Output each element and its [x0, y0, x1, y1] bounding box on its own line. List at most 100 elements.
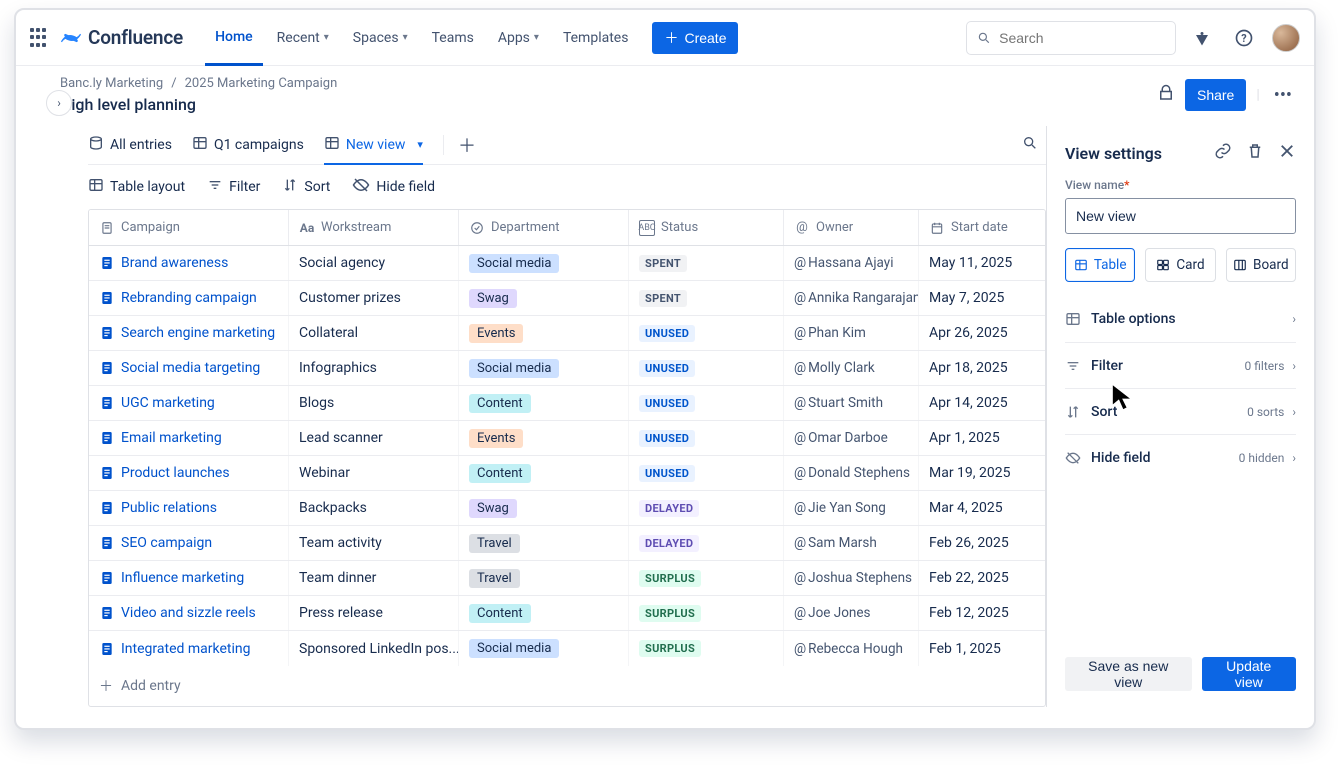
campaign-link[interactable]: Search engine marketing — [99, 325, 275, 341]
table-row[interactable]: Integrated marketingSponsored LinkedIn p… — [89, 631, 1045, 666]
owner-cell[interactable]: Stuart Smith — [784, 386, 919, 420]
view-type-card[interactable]: Card — [1145, 248, 1215, 282]
campaign-link[interactable]: Video and sizzle reels — [99, 605, 256, 621]
department-cell[interactable]: Social media — [459, 246, 629, 280]
owner-cell[interactable]: Omar Darboe — [784, 421, 919, 455]
date-cell[interactable]: Feb 1, 2025 — [919, 631, 1029, 666]
owner-cell[interactable]: Annika Rangarajan — [784, 281, 919, 315]
notifications-icon[interactable] — [1186, 22, 1218, 54]
col-department[interactable]: Department — [459, 210, 629, 245]
status-cell[interactable]: SPENT — [629, 281, 784, 315]
tool-sort[interactable]: Sort — [282, 177, 330, 197]
col-campaign[interactable]: Campaign — [89, 210, 289, 245]
add-tab-button[interactable]: ＋ — [443, 135, 482, 155]
owner-cell[interactable]: Joe Jones — [784, 596, 919, 630]
owner-cell[interactable]: Molly Clark — [784, 351, 919, 385]
date-cell[interactable]: Feb 22, 2025 — [919, 561, 1029, 595]
department-cell[interactable]: Social media — [459, 631, 629, 666]
workstream-cell[interactable]: Customer prizes — [289, 281, 459, 315]
tab-new-view[interactable]: New view ▾ — [324, 127, 423, 165]
workstream-cell[interactable]: Team activity — [289, 526, 459, 560]
option-filter[interactable]: Filter 0 filters› — [1065, 342, 1296, 388]
tool-table-layout[interactable]: Table layout — [88, 177, 185, 197]
owner-cell[interactable]: Phan Kim — [784, 316, 919, 350]
more-actions-icon[interactable]: ••• — [1270, 85, 1296, 106]
table-row[interactable]: Rebranding campaignCustomer prizesSwagSP… — [89, 281, 1045, 316]
breadcrumb-page[interactable]: 2025 Marketing Campaign — [185, 76, 338, 91]
nav-home[interactable]: Home — [205, 10, 263, 66]
expand-sidebar-icon[interactable]: › — [46, 90, 72, 116]
table-row[interactable]: UGC marketingBlogsContentUNUSEDStuart Sm… — [89, 386, 1045, 421]
nav-apps[interactable]: Apps▾ — [488, 10, 549, 66]
delete-icon[interactable] — [1246, 142, 1264, 164]
col-status[interactable]: ABCStatus — [629, 210, 784, 245]
restrictions-icon[interactable] — [1157, 84, 1175, 106]
share-button[interactable]: Share — [1185, 79, 1246, 111]
status-cell[interactable]: UNUSED — [629, 421, 784, 455]
status-cell[interactable]: SURPLUS — [629, 596, 784, 630]
nav-templates[interactable]: Templates — [553, 10, 639, 66]
chevron-down-icon[interactable]: ▾ — [417, 138, 423, 151]
campaign-link[interactable]: Social media targeting — [99, 360, 260, 376]
date-cell[interactable]: Feb 12, 2025 — [919, 596, 1029, 630]
close-icon[interactable] — [1278, 142, 1296, 164]
help-icon[interactable]: ? — [1228, 22, 1260, 54]
search-database-icon[interactable] — [1022, 135, 1038, 155]
date-cell[interactable]: Mar 19, 2025 — [919, 456, 1029, 490]
owner-cell[interactable]: Donald Stephens — [784, 456, 919, 490]
department-cell[interactable]: Events — [459, 316, 629, 350]
option-sort[interactable]: Sort 0 sorts› — [1065, 388, 1296, 434]
confluence-logo[interactable]: Confluence — [60, 26, 183, 49]
date-cell[interactable]: Feb 26, 2025 — [919, 526, 1029, 560]
status-cell[interactable]: SPENT — [629, 246, 784, 280]
campaign-link[interactable]: Product launches — [99, 465, 230, 481]
table-row[interactable]: Product launchesWebinarContentUNUSEDDona… — [89, 456, 1045, 491]
add-entry-button[interactable]: ＋ Add entry — [89, 666, 1045, 706]
tab-q1-campaigns[interactable]: Q1 campaigns — [192, 126, 304, 164]
date-cell[interactable]: Apr 14, 2025 — [919, 386, 1029, 420]
col-owner[interactable]: @Owner — [784, 210, 919, 245]
campaign-link[interactable]: Brand awareness — [99, 255, 228, 271]
view-type-board[interactable]: Board — [1226, 248, 1296, 282]
nav-recent[interactable]: Recent▾ — [267, 10, 339, 66]
workstream-cell[interactable]: Lead scanner — [289, 421, 459, 455]
col-workstream[interactable]: AaWorkstream — [289, 210, 459, 245]
status-cell[interactable]: SURPLUS — [629, 561, 784, 595]
search-input-wrap[interactable] — [966, 21, 1176, 55]
status-cell[interactable]: UNUSED — [629, 316, 784, 350]
profile-avatar[interactable] — [1272, 24, 1300, 52]
workstream-cell[interactable]: Webinar — [289, 456, 459, 490]
campaign-link[interactable]: Public relations — [99, 500, 217, 516]
table-row[interactable]: Public relationsBackpacksSwagDELAYEDJie … — [89, 491, 1045, 526]
owner-cell[interactable]: Hassana Ajayi — [784, 246, 919, 280]
breadcrumb-space[interactable]: Banc.ly Marketing — [60, 76, 163, 91]
view-type-table[interactable]: Table — [1065, 248, 1135, 282]
date-cell[interactable]: Apr 18, 2025 — [919, 351, 1029, 385]
campaign-link[interactable]: Email marketing — [99, 430, 222, 446]
workstream-cell[interactable]: Infographics — [289, 351, 459, 385]
owner-cell[interactable]: Sam Marsh — [784, 526, 919, 560]
table-row[interactable]: SEO campaignTeam activityTravelDELAYEDSa… — [89, 526, 1045, 561]
app-switcher-icon[interactable] — [26, 26, 50, 50]
status-cell[interactable]: DELAYED — [629, 491, 784, 525]
date-cell[interactable]: Apr 1, 2025 — [919, 421, 1029, 455]
status-cell[interactable]: DELAYED — [629, 526, 784, 560]
tab-all-entries[interactable]: All entries — [88, 126, 172, 164]
workstream-cell[interactable]: Social agency — [289, 246, 459, 280]
status-cell[interactable]: SURPLUS — [629, 631, 784, 666]
nav-teams[interactable]: Teams — [422, 10, 484, 66]
department-cell[interactable]: Travel — [459, 526, 629, 560]
owner-cell[interactable]: Joshua Stephens — [784, 561, 919, 595]
campaign-link[interactable]: Influence marketing — [99, 570, 244, 586]
date-cell[interactable]: Mar 4, 2025 — [919, 491, 1029, 525]
tool-filter[interactable]: Filter — [207, 177, 260, 197]
col-start-date[interactable]: Start date — [919, 210, 1029, 245]
workstream-cell[interactable]: Press release — [289, 596, 459, 630]
status-cell[interactable]: UNUSED — [629, 456, 784, 490]
table-row[interactable]: Search engine marketingCollateralEventsU… — [89, 316, 1045, 351]
department-cell[interactable]: Swag — [459, 491, 629, 525]
table-row[interactable]: Video and sizzle reelsPress releaseConte… — [89, 596, 1045, 631]
workstream-cell[interactable]: Team dinner — [289, 561, 459, 595]
owner-cell[interactable]: Rebecca Hough — [784, 631, 919, 666]
table-row[interactable]: Email marketingLead scannerEventsUNUSEDO… — [89, 421, 1045, 456]
